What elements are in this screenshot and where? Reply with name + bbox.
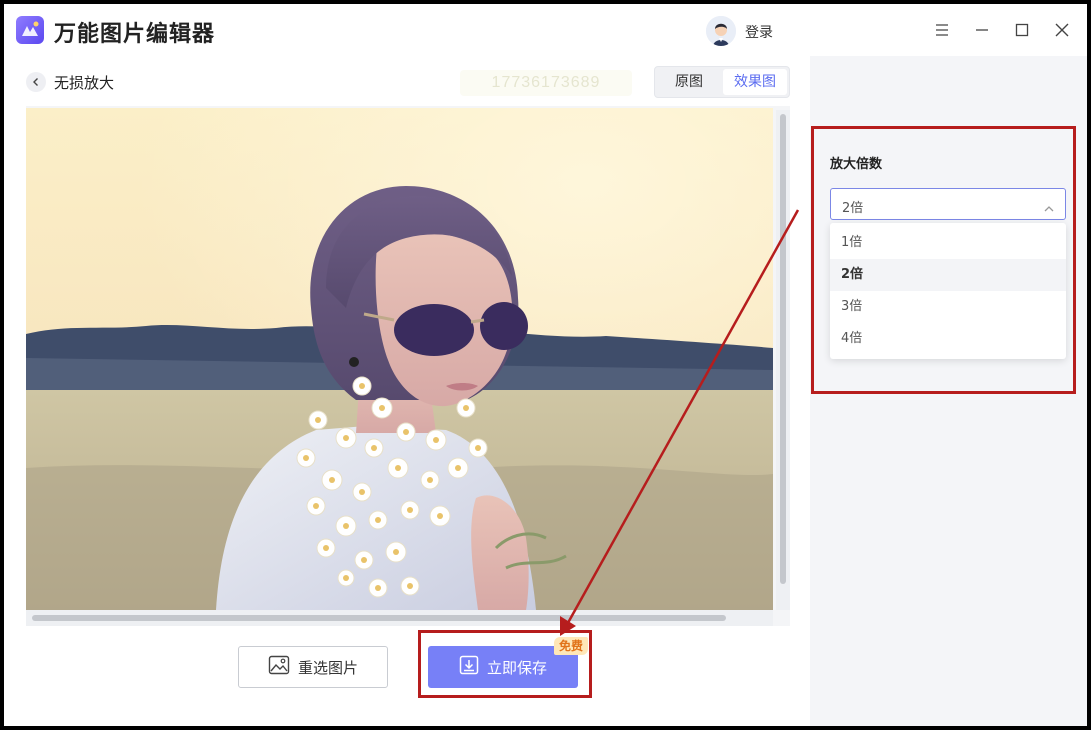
annotation-arrow: [560, 209, 800, 636]
app-window: 万能图片编辑器 登录 无损放大 17736173689 原图 效果图 重选图片 …: [4, 4, 1087, 726]
